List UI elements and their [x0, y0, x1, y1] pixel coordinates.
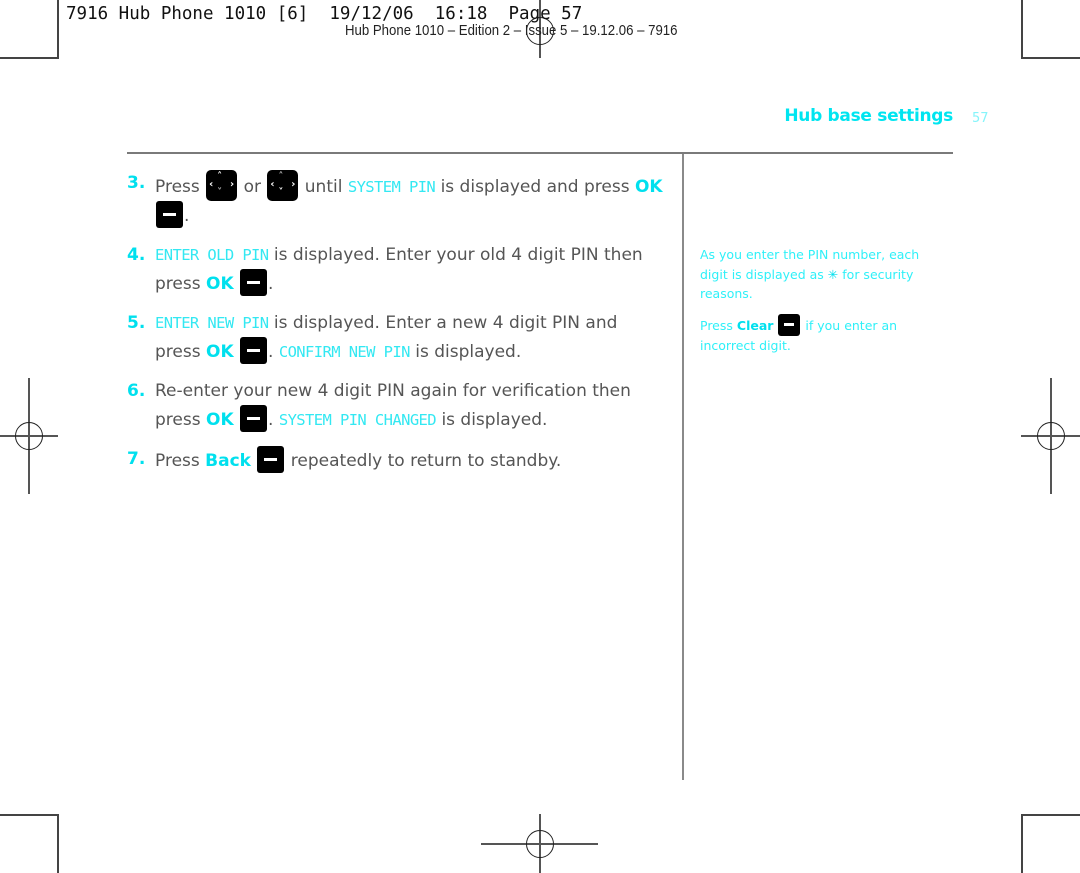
lcd-display-text: CONFIRM NEW PIN	[278, 343, 411, 361]
minus-softkey-icon	[240, 337, 268, 364]
step-5: 5. ENTER NEW PIN is displayed. Enter a n…	[127, 310, 667, 366]
step-text: or	[243, 177, 261, 197]
step-number: 6.	[127, 381, 146, 401]
minus-softkey-icon	[240, 269, 268, 296]
step-text: Press	[155, 177, 200, 197]
step-number: 7.	[127, 449, 146, 469]
nav-down-icon: ˄ ‹ › ˅	[267, 170, 299, 201]
step-7: 7. Press Back repeatedly to return to st…	[127, 446, 667, 475]
crop-mark-top-right-v	[1021, 0, 1023, 58]
minus-softkey-icon	[240, 405, 268, 432]
note-text: Press	[700, 317, 733, 333]
print-slug: 7916 Hub Phone 1010 [6] 19/12/06 16:18 P…	[66, 4, 583, 24]
asterisk-icon: ✳	[827, 266, 839, 282]
step-number: 3.	[127, 173, 146, 193]
step-4: 4. ENTER OLD PIN is displayed. Enter you…	[127, 242, 667, 298]
note-clear-digit: Press Clear if you enter an incorrect di…	[700, 313, 950, 356]
step-text: Press	[155, 451, 200, 471]
print-slug-edition: Hub Phone 1010 – Edition 2 – Issue 5 – 1…	[345, 22, 678, 39]
arrow-right-glyph: ›	[230, 179, 235, 190]
sidebar-notes: As you enter the PIN number, each digit …	[700, 245, 950, 365]
key-label: OK	[206, 410, 234, 430]
step-text: until	[304, 177, 343, 197]
nav-up-icon: ˄ ‹ › ˅	[206, 170, 238, 201]
step-text: is displayed and press	[440, 177, 630, 197]
arrow-right-glyph: ›	[291, 179, 296, 190]
minus-softkey-icon	[156, 201, 183, 228]
lcd-display-text: SYSTEM PIN CHANGED	[278, 411, 437, 429]
key-label: Back	[205, 451, 251, 471]
minus-softkey-icon	[257, 446, 285, 473]
step-text: is displayed.	[441, 410, 548, 430]
page-number: 57	[972, 111, 989, 126]
lcd-display-text: ENTER NEW PIN	[155, 314, 269, 332]
crop-mark-top-left-v	[57, 0, 59, 58]
arrow-up-glyph: ˄	[278, 171, 284, 182]
crop-mark-bottom-left-v	[57, 814, 59, 873]
lcd-display-text: ENTER OLD PIN	[155, 246, 269, 264]
crop-mark-bottom-right-h	[1021, 814, 1080, 816]
step-text: .	[184, 206, 190, 226]
lcd-display-text: SYSTEM PIN	[347, 178, 436, 196]
arrow-down-glyph: ˅	[217, 187, 223, 198]
arrow-left-glyph: ‹	[209, 179, 214, 190]
step-text: is displayed.	[415, 342, 522, 362]
step-text: .	[268, 410, 274, 430]
crop-mark-top-left-h	[0, 57, 59, 59]
step-text: .	[268, 274, 274, 294]
key-label: OK	[206, 342, 234, 362]
step-3: 3. Press ˄ ‹ › ˅ or ˄ ‹ › ˅ until SYSTEM…	[127, 170, 667, 230]
arrow-left-glyph: ‹	[270, 179, 275, 190]
section-title: Hub base settings	[784, 106, 953, 126]
step-6: 6. Re-enter your new 4 digit PIN again f…	[127, 378, 667, 434]
step-number: 5.	[127, 313, 146, 333]
step-text: repeatedly to return to standby.	[290, 451, 562, 471]
crop-mark-top-right-h	[1021, 57, 1080, 59]
instruction-steps: 3. Press ˄ ‹ › ˅ or ˄ ‹ › ˅ until SYSTEM…	[127, 170, 667, 487]
key-label: OK	[206, 274, 234, 294]
note-pin-masking: As you enter the PIN number, each digit …	[700, 245, 950, 304]
crop-mark-bottom-left-h	[0, 814, 59, 816]
step-number: 4.	[127, 245, 146, 265]
header-rule	[127, 152, 953, 154]
crop-mark-bottom-right-v	[1021, 814, 1023, 873]
key-label: OK	[634, 177, 663, 197]
minus-softkey-icon	[778, 313, 801, 336]
column-divider	[682, 154, 684, 780]
step-text: .	[268, 342, 274, 362]
arrow-down-glyph: ˅	[278, 187, 284, 198]
arrow-up-glyph: ˄	[217, 171, 223, 182]
key-label: Clear	[736, 317, 774, 333]
